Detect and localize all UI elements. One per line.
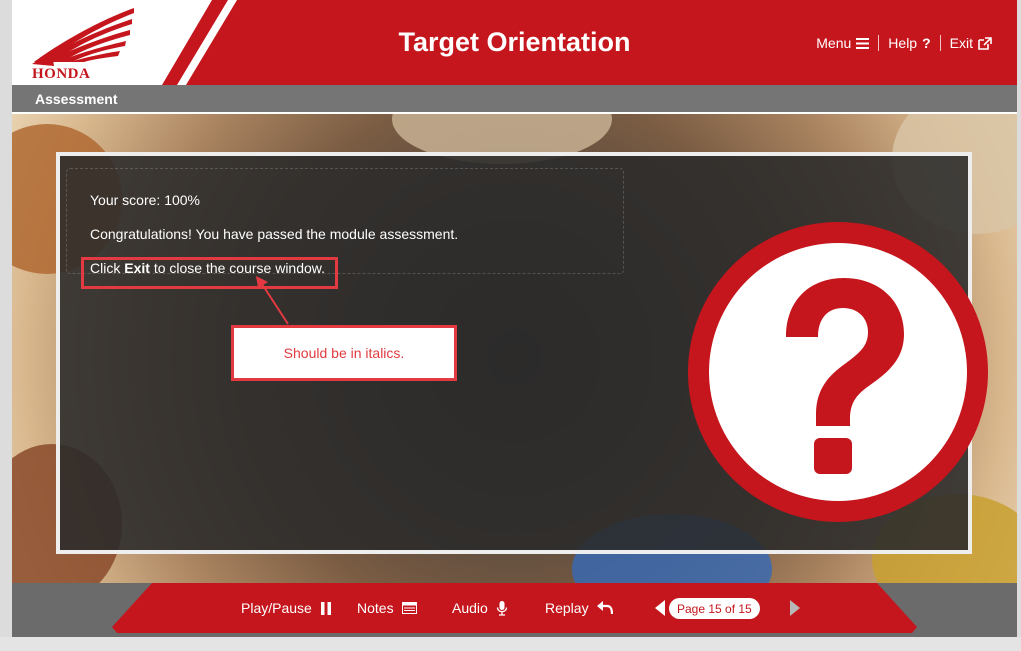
replay-button[interactable]: Replay xyxy=(545,583,613,633)
score-text: Your score: 100% xyxy=(90,192,200,208)
hamburger-icon xyxy=(856,37,870,49)
microphone-icon xyxy=(496,600,507,616)
page-indicator: Page 15 of 15 xyxy=(669,598,760,619)
section-bar: Assessment xyxy=(12,85,1017,112)
player-controls: Play/Pause Notes Audio Replay Page 15 of… xyxy=(112,583,917,633)
header: HONDA Target Orientation Menu Help ? Exi… xyxy=(12,0,1017,85)
notes-label: Notes xyxy=(357,600,394,616)
reply-arrow-icon xyxy=(596,601,613,615)
audio-label: Audio xyxy=(452,600,488,616)
play-pause-label: Play/Pause xyxy=(241,600,312,616)
external-link-icon xyxy=(978,36,992,50)
content-stage: Your score: 100% Congratulations! You ha… xyxy=(12,114,1017,583)
previous-page-button[interactable] xyxy=(655,583,665,633)
annotation-callout: Should be in italics. xyxy=(231,325,457,381)
congratulations-text: Congratulations! You have passed the mod… xyxy=(90,226,459,242)
triangle-left-icon xyxy=(655,600,665,616)
menu-label: Menu xyxy=(816,35,852,51)
app-window: HONDA Target Orientation Menu Help ? Exi… xyxy=(12,0,1017,637)
help-button[interactable]: Help ? xyxy=(879,35,939,51)
pause-icon xyxy=(320,601,331,615)
question-icon: ? xyxy=(922,35,931,51)
replay-label: Replay xyxy=(545,600,589,616)
play-pause-button[interactable]: Play/Pause xyxy=(241,583,332,633)
honda-logo-text: HONDA xyxy=(32,66,91,82)
help-label: Help xyxy=(888,35,918,51)
notes-button[interactable]: Notes xyxy=(357,583,417,633)
audio-button[interactable]: Audio xyxy=(452,583,508,633)
menu-button[interactable]: Menu xyxy=(807,35,878,51)
exit-button[interactable]: Exit xyxy=(941,35,1001,51)
notes-icon xyxy=(401,602,417,614)
section-title: Assessment xyxy=(35,91,118,107)
exit-label: Exit xyxy=(949,35,973,51)
triangle-right-icon xyxy=(790,600,800,616)
score-panel: Your score: 100% Congratulations! You ha… xyxy=(56,152,988,554)
question-mark-icon xyxy=(688,222,988,522)
top-nav: Menu Help ? Exit xyxy=(807,35,1001,51)
next-page-button[interactable] xyxy=(790,583,800,633)
window-bottom-edge xyxy=(0,637,1021,651)
